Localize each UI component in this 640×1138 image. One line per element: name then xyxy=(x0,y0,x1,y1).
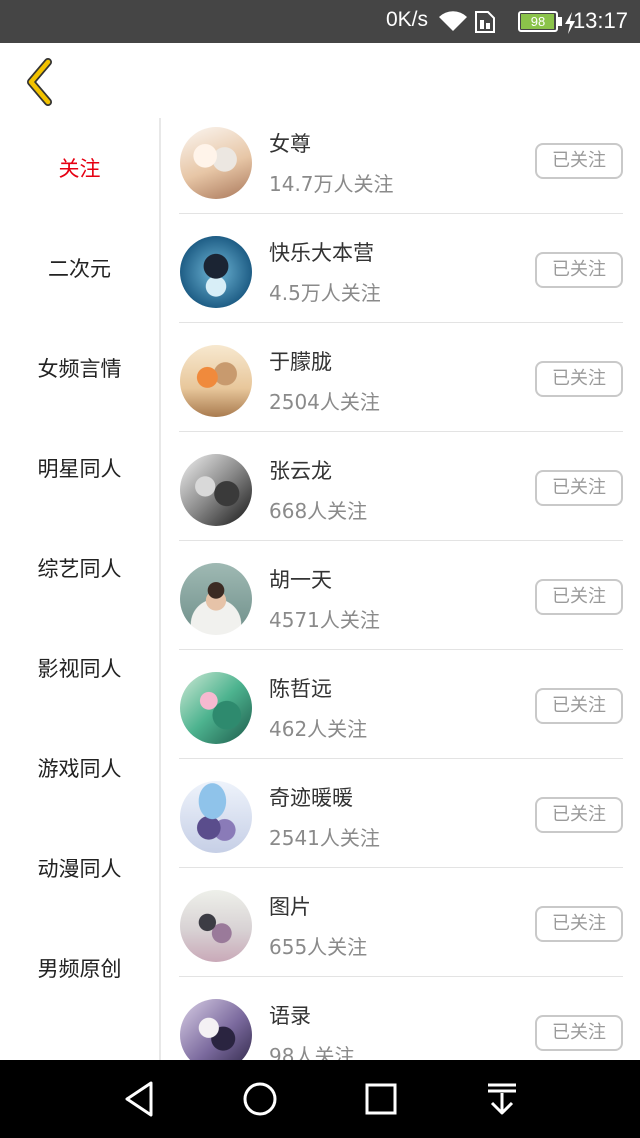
followed-button[interactable]: 已关注 xyxy=(535,906,623,942)
sidebar-item-female-romance[interactable]: 女频言情 xyxy=(0,339,159,399)
topic-list: 女尊 14.7万人关注 已关注 快乐大本营 4.5万人关注 已关注 于朦胧 25… xyxy=(162,106,640,1060)
category-sidebar: 关注 二次元 女频言情 明星同人 综艺同人 影视同人 游戏同人 动漫同人 男频原… xyxy=(0,118,161,1060)
back-button[interactable] xyxy=(24,58,60,106)
avatar xyxy=(180,999,252,1060)
sidebar-item-acg[interactable]: 二次元 xyxy=(0,239,159,299)
sidebar-item-following[interactable]: 关注 xyxy=(0,139,159,199)
sim-icon xyxy=(475,11,495,33)
list-item[interactable]: 于朦胧 2504人关注 已关注 xyxy=(179,324,623,432)
followed-button[interactable]: 已关注 xyxy=(535,579,623,615)
sidebar-item-film-fanfic[interactable]: 影视同人 xyxy=(0,639,159,699)
topic-name: 于朦胧 xyxy=(269,350,332,374)
avatar xyxy=(180,781,252,853)
followed-button[interactable]: 已关注 xyxy=(535,1015,623,1051)
avatar xyxy=(180,454,252,526)
list-item[interactable]: 女尊 14.7万人关注 已关注 xyxy=(179,106,623,214)
followed-button[interactable]: 已关注 xyxy=(535,688,623,724)
follower-count: 655人关注 xyxy=(269,935,368,959)
follower-count: 14.7万人关注 xyxy=(269,172,394,196)
followed-button[interactable]: 已关注 xyxy=(535,361,623,397)
list-item[interactable]: 张云龙 668人关注 已关注 xyxy=(179,433,623,541)
clock: 13:17 xyxy=(572,8,628,33)
system-nav-bar xyxy=(0,1060,640,1138)
follower-count: 2504人关注 xyxy=(269,390,380,414)
status-bar: 0K/s 98 13:17 xyxy=(0,0,640,43)
topic-name: 女尊 xyxy=(269,132,311,156)
home-circle-icon xyxy=(243,1082,277,1116)
chevron-left-icon xyxy=(27,58,52,106)
avatar xyxy=(180,890,252,962)
battery-level: 98 xyxy=(530,14,546,29)
recents-square-icon xyxy=(365,1083,397,1115)
sidebar-item-male-original[interactable]: 男频原创 xyxy=(0,939,159,999)
avatar xyxy=(180,236,252,308)
follower-count: 462人关注 xyxy=(269,717,368,741)
network-speed: 0K/s xyxy=(385,8,428,31)
topic-name: 张云龙 xyxy=(269,459,332,483)
list-item[interactable]: 图片 655人关注 已关注 xyxy=(179,869,623,977)
topic-name: 陈哲远 xyxy=(269,677,332,701)
sidebar-item-anime-fanfic[interactable]: 动漫同人 xyxy=(0,839,159,899)
avatar xyxy=(180,345,252,417)
list-item[interactable]: 快乐大本营 4.5万人关注 已关注 xyxy=(179,215,623,323)
nav-notification-button[interactable] xyxy=(482,1079,522,1119)
list-item[interactable]: 奇迹暖暖 2541人关注 已关注 xyxy=(179,760,623,868)
topic-name: 语录 xyxy=(269,1004,311,1028)
wifi-icon xyxy=(439,11,467,32)
list-item[interactable]: 陈哲远 462人关注 已关注 xyxy=(179,651,623,759)
battery-icon: 98 xyxy=(518,11,558,32)
battery-tip xyxy=(558,17,562,26)
followed-button[interactable]: 已关注 xyxy=(535,470,623,506)
avatar xyxy=(180,672,252,744)
topic-name: 胡一天 xyxy=(269,568,332,592)
nav-back-button[interactable] xyxy=(119,1079,159,1119)
sidebar-item-variety-fanfic[interactable]: 综艺同人 xyxy=(0,539,159,599)
back-triangle-icon xyxy=(125,1081,153,1117)
followed-button[interactable]: 已关注 xyxy=(535,797,623,833)
topic-name: 快乐大本营 xyxy=(269,241,374,265)
list-item[interactable]: 胡一天 4571人关注 已关注 xyxy=(179,542,623,650)
list-item[interactable]: 语录 98人关注 已关注 xyxy=(179,978,623,1060)
followed-button[interactable]: 已关注 xyxy=(535,252,623,288)
notification-pull-icon xyxy=(488,1083,516,1115)
avatar xyxy=(180,563,252,635)
avatar xyxy=(180,127,252,199)
follower-count: 2541人关注 xyxy=(269,826,380,850)
nav-home-button[interactable] xyxy=(240,1079,280,1119)
topic-name: 奇迹暖暖 xyxy=(269,786,353,810)
sidebar-item-celebrity-fanfic[interactable]: 明星同人 xyxy=(0,439,159,499)
follower-count: 4571人关注 xyxy=(269,608,380,632)
follower-count: 668人关注 xyxy=(269,499,368,523)
topic-name: 图片 xyxy=(269,895,311,919)
followed-button[interactable]: 已关注 xyxy=(535,143,623,179)
follower-count: 98人关注 xyxy=(269,1044,355,1060)
sidebar-item-game-fanfic[interactable]: 游戏同人 xyxy=(0,739,159,799)
follower-count: 4.5万人关注 xyxy=(269,281,381,305)
nav-recents-button[interactable] xyxy=(361,1079,401,1119)
